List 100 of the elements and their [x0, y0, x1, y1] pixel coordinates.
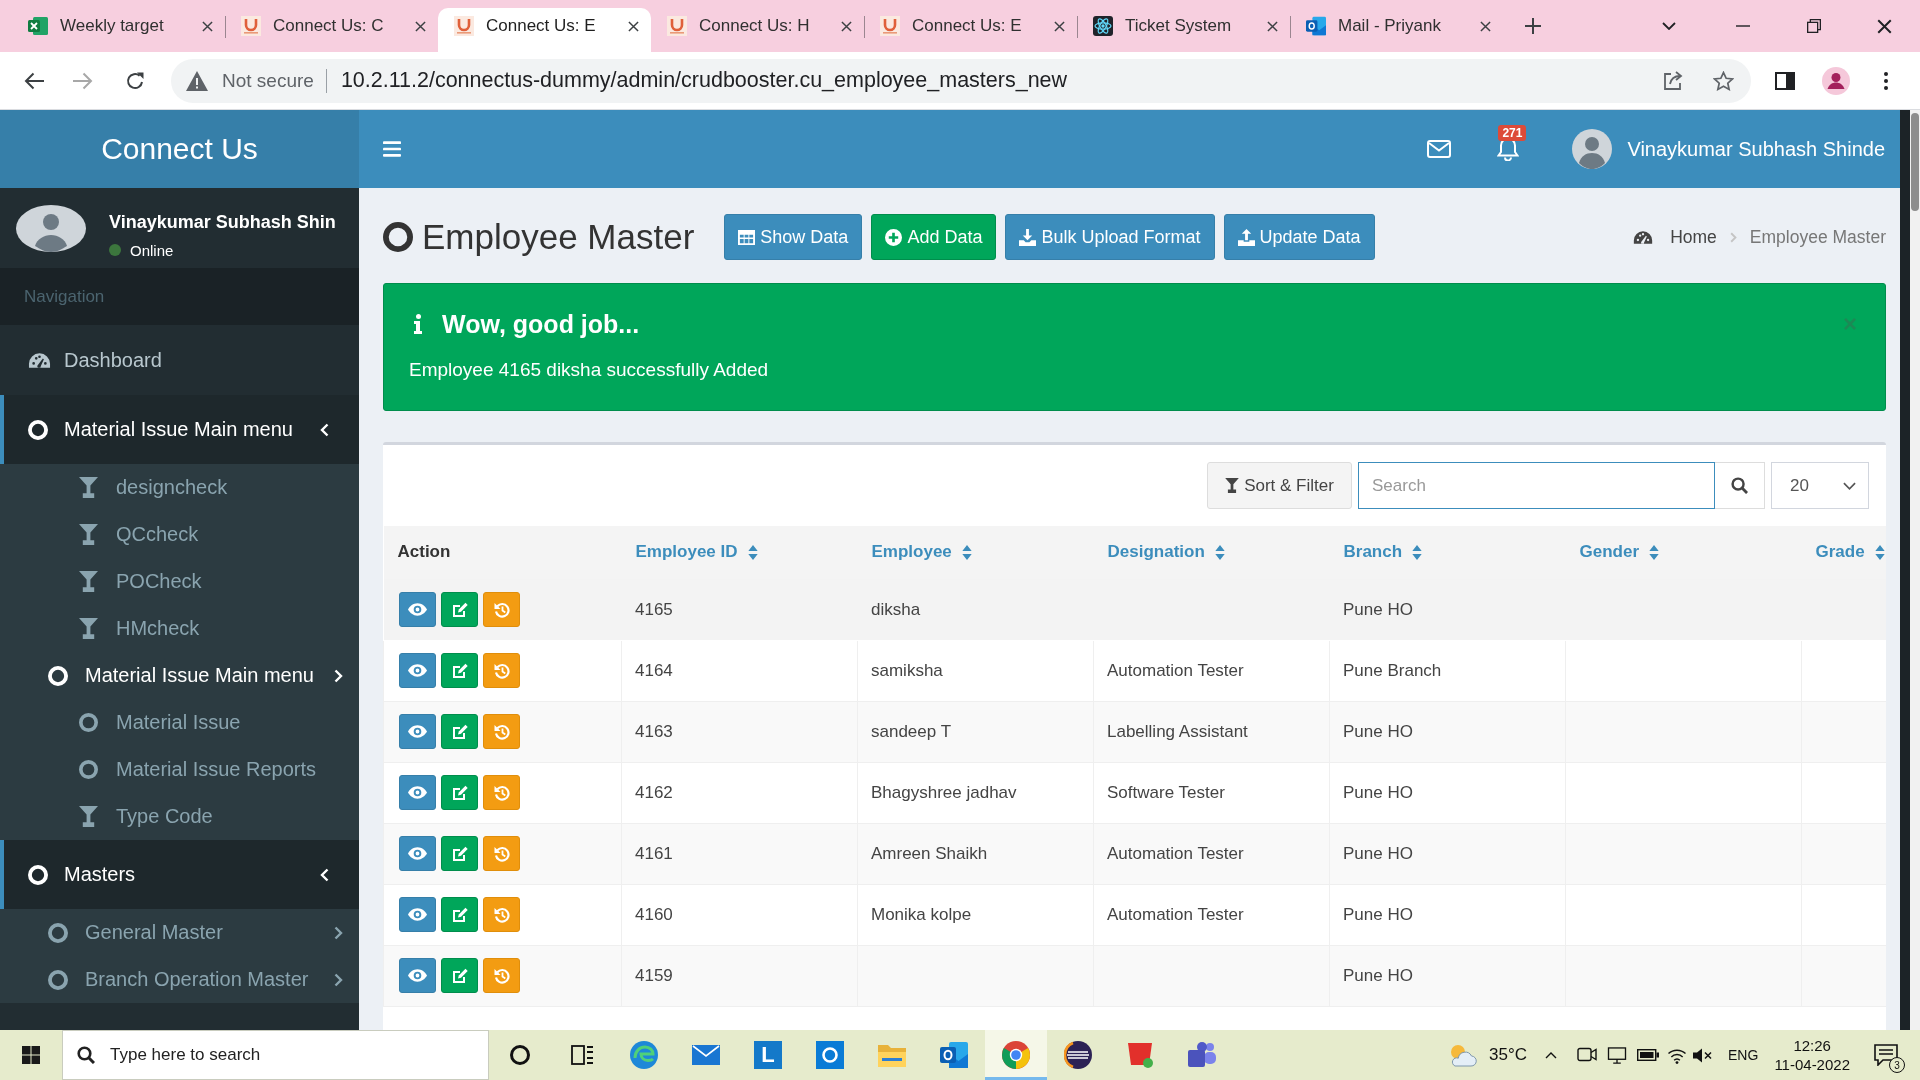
- edit-button[interactable]: [441, 714, 478, 749]
- restore-button[interactable]: [483, 592, 520, 627]
- taskbar-search-field[interactable]: Type here to search: [62, 1030, 489, 1080]
- browser-tab[interactable]: Connect Us: E: [864, 8, 1077, 52]
- menu-item[interactable]: QCcheck: [0, 511, 359, 558]
- show-data-button[interactable]: Show Data: [724, 214, 863, 260]
- column-header[interactable]: Designation: [1107, 542, 1225, 563]
- add-data-button[interactable]: Add Data: [871, 214, 997, 260]
- share-icon[interactable]: [1663, 70, 1683, 91]
- column-header[interactable]: Grade: [1815, 542, 1885, 563]
- minimize-icon[interactable]: [1735, 25, 1750, 27]
- menu-item[interactable]: POCheck: [0, 558, 359, 605]
- battery-icon[interactable]: [1637, 1049, 1660, 1061]
- menu-item[interactable]: Material Issue Main menu: [0, 395, 359, 464]
- view-button[interactable]: [399, 836, 436, 871]
- search-field[interactable]: Search: [1358, 462, 1715, 509]
- menu-item[interactable]: designcheck: [0, 464, 359, 511]
- download-button[interactable]: Bulk Upload Format: [1005, 214, 1215, 260]
- restore-icon[interactable]: [1806, 19, 1821, 33]
- security-label[interactable]: Not secure: [222, 69, 314, 92]
- side-panel-icon[interactable]: [1775, 71, 1795, 90]
- taskbar-button[interactable]: L: [737, 1030, 799, 1080]
- close-icon[interactable]: [1480, 20, 1491, 32]
- display-icon[interactable]: [1607, 1046, 1628, 1064]
- ring-icon: [510, 1045, 530, 1065]
- mail-icon[interactable]: [1427, 140, 1452, 158]
- browser-tab[interactable]: Connect Us: C: [225, 8, 438, 52]
- column-header[interactable]: Employee ID: [635, 542, 758, 563]
- menu-icon[interactable]: [1884, 71, 1888, 90]
- temperature-text[interactable]: 35°C: [1489, 1045, 1528, 1065]
- reload-icon[interactable]: [125, 70, 145, 91]
- edit-button[interactable]: [441, 836, 478, 871]
- profile-icon[interactable]: [1822, 66, 1850, 95]
- browser-tab[interactable]: Ticket System: [1077, 8, 1290, 52]
- home-link[interactable]: Home: [1633, 226, 1717, 248]
- browser-tab[interactable]: Mail - Priyank: [1290, 8, 1503, 52]
- menu-item[interactable]: Material Issue Main menu: [0, 652, 359, 699]
- browser-tab[interactable]: Connect Us: H: [651, 8, 864, 52]
- restore-button[interactable]: [483, 836, 520, 871]
- view-button[interactable]: [399, 592, 436, 627]
- edit-button[interactable]: [441, 653, 478, 688]
- user-name[interactable]: Vinaykumar Subhash Shinde: [1627, 137, 1885, 161]
- logo-icon: [880, 16, 900, 36]
- restore-button[interactable]: [483, 653, 520, 688]
- view-button[interactable]: [399, 897, 436, 932]
- start-icon[interactable]: [22, 1046, 40, 1064]
- close-icon[interactable]: [415, 20, 426, 32]
- clock-time[interactable]: 12:26: [1793, 1036, 1831, 1055]
- column-header[interactable]: Gender: [1579, 542, 1660, 563]
- restore-button[interactable]: [483, 714, 520, 749]
- chevron-left-icon: [320, 867, 329, 882]
- scrollbar-thumb[interactable]: [1911, 113, 1919, 211]
- edit-button[interactable]: [441, 958, 478, 993]
- menu-item[interactable]: Material Issue: [0, 699, 359, 746]
- ring-icon: [383, 222, 413, 252]
- page-size-select[interactable]: 20: [1771, 462, 1869, 509]
- back-arrow-icon[interactable]: [24, 71, 44, 90]
- chevron-right-icon: [334, 668, 343, 683]
- clock-date[interactable]: 11-04-2022: [1774, 1055, 1850, 1074]
- menu-item[interactable]: Masters: [0, 840, 359, 909]
- menu-item[interactable]: Dashboard: [0, 325, 359, 395]
- view-button[interactable]: [399, 714, 436, 749]
- restore-button[interactable]: [483, 775, 520, 810]
- view-button[interactable]: [399, 958, 436, 993]
- table-cell: Automation Tester: [1093, 640, 1330, 701]
- menu-item[interactable]: Type Code: [0, 793, 359, 840]
- menu-item[interactable]: Material Issue Reports: [0, 746, 359, 793]
- close-icon[interactable]: [1267, 20, 1278, 32]
- browser-tab[interactable]: Weekly target: [12, 8, 225, 52]
- view-button[interactable]: [399, 775, 436, 810]
- close-icon[interactable]: [1877, 18, 1892, 34]
- edit-button[interactable]: [441, 592, 478, 627]
- column-header[interactable]: Employee: [871, 542, 972, 563]
- edit-button[interactable]: [441, 897, 478, 932]
- search-button[interactable]: [1715, 462, 1765, 509]
- upload-button[interactable]: Update Data: [1223, 214, 1375, 260]
- edit-button[interactable]: [441, 775, 478, 810]
- menu-item[interactable]: Branch Operation Master: [0, 956, 359, 1003]
- view-button[interactable]: [399, 653, 436, 688]
- close-icon[interactable]: [202, 20, 213, 32]
- close-icon[interactable]: [628, 20, 639, 32]
- speaker-muted-icon[interactable]: [1693, 1046, 1714, 1064]
- app-logo[interactable]: Connect Us: [0, 110, 359, 188]
- plus-icon[interactable]: [1525, 18, 1541, 34]
- address-bar[interactable]: Not secure 10.2.11.2/connectus-dummy/admin/crudbooster.cu_employee_masters_new: [171, 58, 1751, 103]
- star-icon[interactable]: [1713, 70, 1734, 91]
- browser-tab[interactable]: Connect Us: E: [438, 8, 651, 52]
- sort-filter-button[interactable]: Sort & Filter: [1207, 462, 1352, 509]
- close-icon[interactable]: [841, 20, 852, 32]
- camera-icon[interactable]: [1577, 1046, 1598, 1064]
- menu-item[interactable]: General Master: [0, 909, 359, 956]
- caret-up-icon[interactable]: [1545, 1051, 1558, 1059]
- column-header[interactable]: Branch: [1343, 542, 1423, 563]
- table-cell: samiksha: [857, 640, 1094, 701]
- restore-button[interactable]: [483, 958, 520, 993]
- restore-button[interactable]: [483, 897, 520, 932]
- menu-item[interactable]: HMcheck: [0, 605, 359, 652]
- chevron-down-icon[interactable]: [1662, 22, 1676, 30]
- close-icon[interactable]: [1054, 20, 1065, 32]
- language-indicator[interactable]: ENG: [1728, 1047, 1759, 1063]
